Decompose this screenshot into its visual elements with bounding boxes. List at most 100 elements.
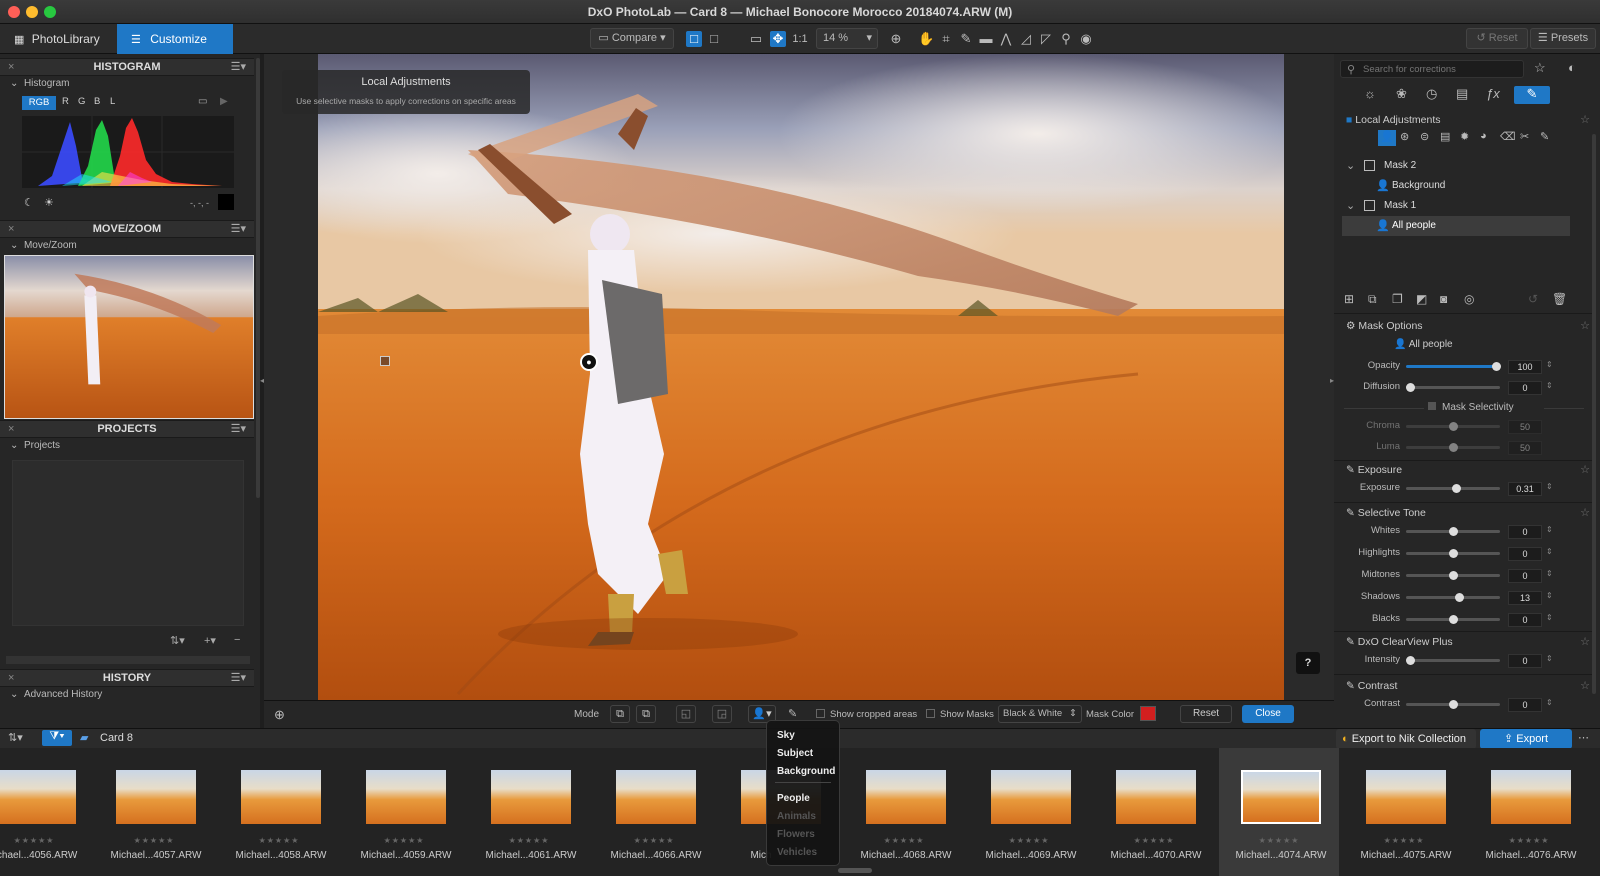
stepper-icon[interactable]: ⇕ (1546, 525, 1553, 534)
export-button[interactable]: ⇪ Export (1480, 729, 1572, 749)
stepper-icon[interactable]: ⇕ (1546, 482, 1553, 491)
eyedropper-icon[interactable]: ✎ (788, 707, 797, 720)
brush-icon[interactable]: ◕ (1480, 130, 1487, 142)
control-line-tool-icon[interactable]: ⊜ (1420, 130, 1429, 143)
menu-icon[interactable]: ☰▾ (231, 59, 246, 76)
mask-selectivity-row[interactable]: Mask Selectivity (1424, 402, 1544, 416)
stepper-icon[interactable]: ⇕ (1546, 698, 1553, 707)
history-header[interactable]: × HISTORY ☰▾ (0, 669, 254, 687)
control-point-tool-icon[interactable]: ⊛ (1400, 130, 1409, 143)
show-mask-eye-icon[interactable]: ◎ (1464, 292, 1474, 306)
mask-row-all-people[interactable]: 👤 All people (1342, 216, 1570, 236)
film-thumb-selected[interactable]: ★★★★★ Michael...4074.ARW (1219, 748, 1339, 876)
navigator-preview[interactable] (4, 255, 254, 419)
film-thumb[interactable]: ★★★★★ Michael...4069.ARW (969, 748, 1089, 876)
star-icon[interactable]: ☆ (1580, 319, 1590, 332)
move-tool-icon[interactable]: ✥ (770, 31, 786, 47)
new-from-icon[interactable]: ⧉ (1368, 292, 1377, 307)
add-project-icon[interactable]: +▾ (204, 634, 216, 647)
one-to-one-button[interactable]: 1:1 (790, 31, 810, 47)
graduated-filter-icon[interactable]: ▤ (1440, 130, 1450, 143)
monitor-icon[interactable]: ▭ (198, 96, 207, 107)
menu-icon[interactable]: ☰▾ (231, 421, 246, 438)
ai-mask-tool-icon[interactable]: 👤 (1378, 130, 1396, 146)
shadows-slider[interactable] (1406, 593, 1500, 602)
search-input[interactable] (1363, 62, 1519, 76)
chroma-slider-knob[interactable] (1449, 422, 1458, 431)
undo-icon[interactable]: ↺ (1528, 292, 1538, 306)
star-icon[interactable]: ☆ (1580, 679, 1590, 692)
intensity-slider[interactable] (1406, 656, 1500, 665)
effects-palette-icon[interactable]: ƒx (1486, 86, 1500, 101)
local-adjustments-palette-icon[interactable]: ✎ (1514, 86, 1550, 104)
highlights-slider[interactable] (1406, 549, 1500, 558)
movezoom-sub[interactable]: ⌄ Move/Zoom (10, 240, 77, 251)
geometry-palette-icon[interactable]: ▤ (1456, 86, 1468, 102)
star-icon[interactable]: ☆ (1580, 113, 1590, 126)
exposure-slider[interactable] (1406, 484, 1500, 493)
contrast-slider[interactable] (1406, 700, 1500, 709)
intensity-slider-knob[interactable] (1406, 656, 1415, 665)
shadows-slider-knob[interactable] (1455, 593, 1464, 602)
local-adjustments-title[interactable]: ■ Local Adjustments (1346, 114, 1586, 126)
main-photo[interactable] (318, 54, 1284, 700)
mode-add-icon[interactable]: ⧉ (610, 705, 630, 723)
history-sub[interactable]: ⌄ Advanced History (10, 689, 102, 700)
film-thumb[interactable]: ★★★★★ Michael...4066.ARW (594, 748, 714, 876)
detail-palette-icon[interactable]: ◷ (1426, 86, 1437, 102)
contrast-slider-knob[interactable] (1449, 700, 1458, 709)
star-icon[interactable]: ☆ (1580, 635, 1590, 648)
auto-mask-icon[interactable]: ✹ (1460, 130, 1469, 143)
film-thumb[interactable]: ★★★★★ Michael...4068.ARW (844, 748, 964, 876)
luma-slider[interactable] (1406, 443, 1500, 452)
menu-item-background[interactable]: Background (777, 766, 835, 777)
mask-visibility-checkbox[interactable] (1364, 160, 1375, 171)
channel-g[interactable]: G (78, 96, 85, 107)
film-thumb[interactable]: ★★★★★ ichael...4056.ARW (0, 748, 94, 876)
perspective-8pt-icon[interactable]: ◿ (1018, 31, 1034, 47)
close-icon[interactable]: × (8, 670, 14, 687)
diffusion-slider[interactable] (1406, 383, 1500, 392)
search-field[interactable]: ⚲ (1340, 60, 1524, 78)
menu-icon[interactable]: ☰▾ (231, 221, 246, 238)
paint-icon[interactable]: ✎ (1540, 130, 1549, 143)
stepper-icon[interactable]: ⇕ (1546, 381, 1553, 390)
contrast-title[interactable]: ✎ Contrast (1346, 680, 1586, 692)
blacks-slider[interactable] (1406, 615, 1500, 624)
close-icon[interactable]: × (8, 221, 14, 238)
selective-tone-title[interactable]: ✎ Selective Tone (1346, 507, 1586, 519)
stepper-icon[interactable]: ⇕ (1546, 591, 1553, 600)
stepper-icon[interactable]: ⇕ (1546, 360, 1553, 369)
globe-icon[interactable]: ⊕ (274, 707, 285, 723)
right-panel-scrollbar[interactable] (1592, 134, 1596, 694)
projects-sub[interactable]: ⌄ Projects (10, 440, 60, 451)
mask-color-swatch[interactable] (1140, 706, 1156, 721)
clearview-title[interactable]: ✎ DxO ClearView Plus (1346, 636, 1586, 648)
image-viewer[interactable]: Local Adjustments Use selective masks to… (260, 54, 1334, 700)
filter-icon[interactable]: ⧩▾ (42, 730, 72, 746)
menu-item-sky[interactable]: Sky (777, 730, 795, 741)
mask-close-button[interactable]: Close (1242, 705, 1294, 723)
show-masks-checkbox[interactable] (926, 709, 935, 718)
projects-scrollbar[interactable] (6, 656, 250, 664)
tab-photolibrary[interactable]: ▦ PhotoLibrary (0, 24, 117, 54)
gamut-icon[interactable]: ▶ (220, 96, 228, 107)
highlight-clip-icon[interactable]: ☀ (44, 196, 54, 209)
zoom-select[interactable]: 14 % ▾ (816, 28, 878, 49)
film-thumb[interactable]: ★★★★★ Michael...4061.ARW (469, 748, 589, 876)
sort-icon[interactable]: ⇅▾ (8, 731, 23, 744)
close-icon[interactable]: × (8, 421, 14, 438)
fit-icon[interactable]: ▭ (748, 31, 764, 47)
trash-icon[interactable]: 🗑 (1552, 292, 1567, 306)
star-icon[interactable]: ☆ (1580, 463, 1590, 476)
eye-icon[interactable]: ◉ (1078, 31, 1094, 47)
mask-point-marker[interactable] (380, 356, 390, 366)
color-palette-icon[interactable]: ❀ (1396, 86, 1407, 102)
mode-subtract-icon[interactable]: ⧉ (636, 705, 656, 723)
tab-customize[interactable]: ☰ Customize (117, 24, 233, 54)
repair-icon[interactable]: ⚲ (1058, 31, 1074, 47)
midtones-slider-knob[interactable] (1449, 571, 1458, 580)
movezoom-header[interactable]: × MOVE/ZOOM ☰▾ (0, 220, 254, 238)
repair-brush-icon[interactable]: ✂ (1520, 130, 1529, 143)
presets-button[interactable]: ☰ Presets (1530, 28, 1596, 49)
